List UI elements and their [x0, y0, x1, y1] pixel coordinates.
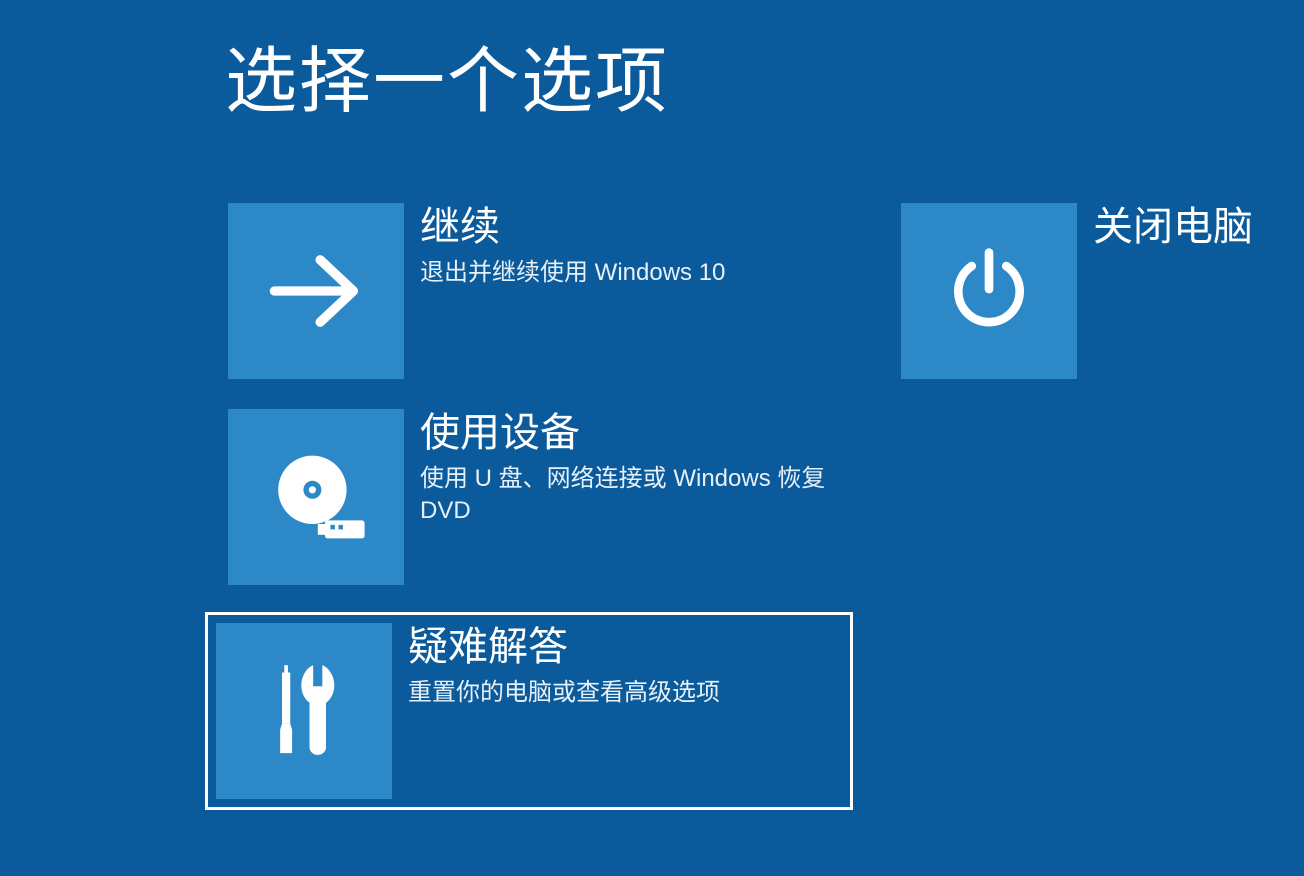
troubleshoot-desc: 重置你的电脑或查看高级选项	[408, 677, 840, 709]
troubleshoot-option[interactable]: 疑难解答 重置你的电脑或查看高级选项	[205, 612, 853, 810]
disc-usb-icon	[228, 409, 404, 585]
power-icon	[901, 203, 1077, 379]
shutdown-title: 关闭电脑	[1093, 203, 1285, 251]
use-device-desc: 使用 U 盘、网络连接或 Windows 恢复 DVD	[420, 463, 840, 528]
use-device-option[interactable]: 使用设备 使用 U 盘、网络连接或 Windows 恢复 DVD	[205, 406, 853, 588]
continue-desc: 退出并继续使用 Windows 10	[420, 257, 840, 289]
continue-option[interactable]: 继续 退出并继续使用 Windows 10	[205, 200, 853, 382]
page-title: 选择一个选项	[225, 22, 669, 127]
use-device-title: 使用设备	[420, 409, 840, 457]
options-list: 继续 退出并继续使用 Windows 10 使用设备 使用 U 盘、网络	[205, 200, 853, 834]
right-options: 关闭电脑	[898, 200, 1298, 382]
troubleshoot-title: 疑难解答	[408, 623, 840, 671]
shutdown-option[interactable]: 关闭电脑	[898, 200, 1298, 382]
continue-title: 继续	[420, 203, 840, 251]
arrow-right-icon	[228, 203, 404, 379]
tools-icon	[216, 623, 392, 799]
